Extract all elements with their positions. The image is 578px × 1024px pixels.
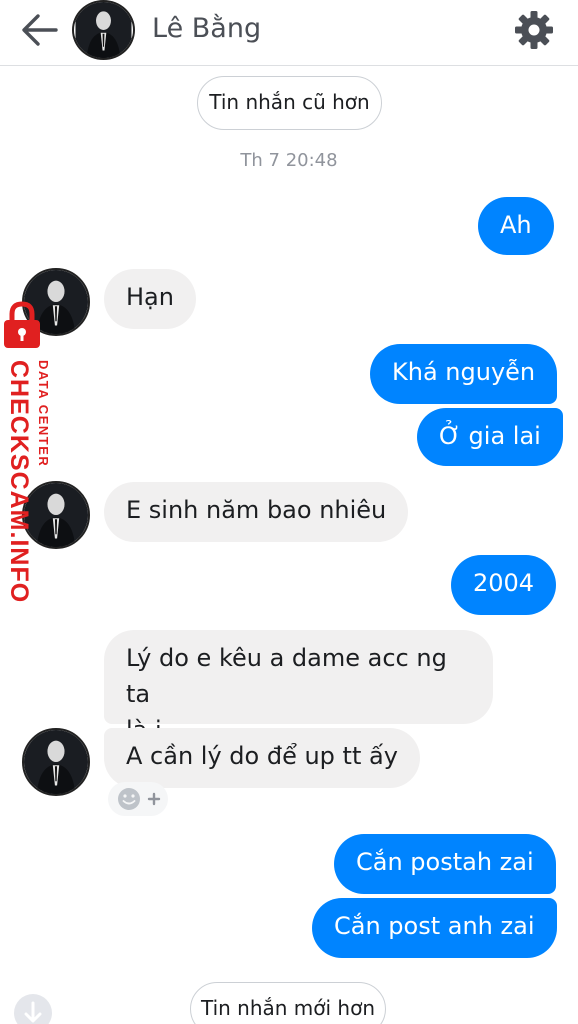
smiley-plus-icon (118, 788, 161, 810)
watermark-text-checkscam: CHECKSCAM.INFO (5, 360, 33, 604)
older-messages-button[interactable]: Tin nhắn cũ hơn (197, 76, 382, 130)
outgoing-message[interactable]: Ah (478, 197, 554, 255)
outgoing-message[interactable]: Cắn post anh zai (312, 898, 557, 958)
scroll-down-button[interactable] (14, 994, 52, 1024)
back-button[interactable] (18, 10, 62, 50)
avatar-image (24, 730, 88, 794)
sender-avatar[interactable] (22, 728, 90, 796)
incoming-message[interactable]: Lý do e kêu a dame acc ng ta là j (104, 630, 493, 744)
incoming-message[interactable]: A cần lý do để up tt ấy (104, 728, 420, 788)
newer-messages-button[interactable]: Tin nhắn mới hơn (190, 982, 386, 1024)
avatar-image (75, 2, 132, 58)
outgoing-message[interactable]: Ở gia lai (417, 408, 563, 466)
gear-icon (515, 11, 553, 49)
outgoing-message[interactable]: 2004 (451, 555, 557, 615)
watermark-text-data-center: DATA CENTER (36, 360, 51, 468)
add-reaction-button[interactable] (108, 782, 168, 816)
arrow-left-icon (22, 14, 58, 46)
contact-avatar[interactable] (72, 0, 135, 60)
chat-header: Lê Bằng (0, 0, 578, 66)
contact-name[interactable]: Lê Bằng (152, 13, 261, 44)
outgoing-message[interactable]: Khá nguyễn (370, 344, 558, 404)
arrow-down-icon (24, 1001, 42, 1023)
settings-button[interactable] (512, 8, 556, 52)
message-timestamp: Th 7 20:48 (240, 150, 338, 171)
incoming-message[interactable]: E sinh năm bao nhiêu (104, 482, 409, 542)
incoming-message[interactable]: Hạn (104, 269, 196, 329)
outgoing-message[interactable]: Cắn postah zai (334, 834, 556, 894)
watermark: DATA CENTER CHECKSCAM.INFO (0, 300, 62, 603)
